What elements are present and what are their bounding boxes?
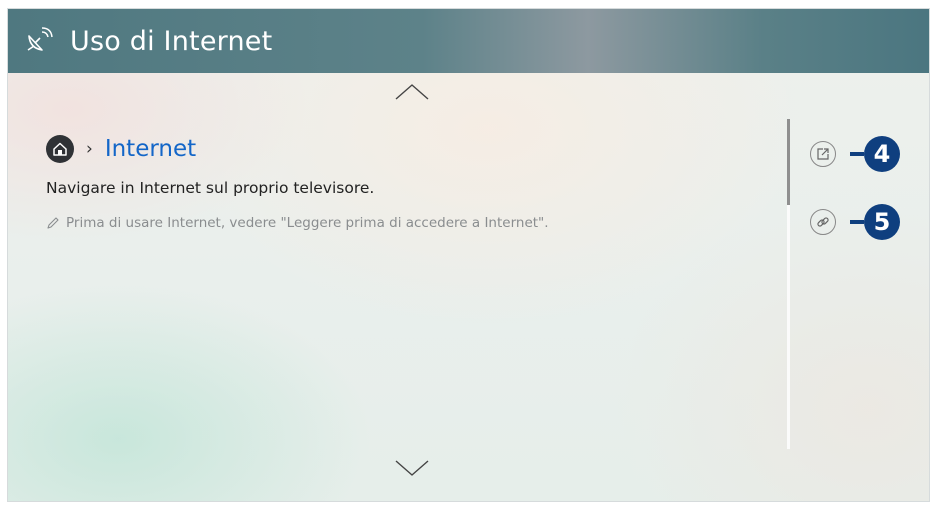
- satellite-dish-icon: [27, 27, 53, 51]
- header-bar: Uso di Internet: [8, 9, 929, 73]
- callout-line-5: [850, 220, 864, 224]
- note-text: Prima di usare Internet, vedere "Leggere…: [66, 215, 549, 231]
- home-icon[interactable]: [46, 135, 74, 163]
- breadcrumb: › Internet: [46, 135, 196, 163]
- link-button[interactable]: [810, 209, 836, 235]
- open-external-icon: [817, 148, 829, 160]
- note: Prima di usare Internet, vedere "Leggere…: [46, 215, 549, 231]
- page-title: Uso di Internet: [70, 25, 273, 57]
- scroll-down-chevron-icon[interactable]: [394, 459, 430, 477]
- callout-badge-4: 4: [864, 136, 900, 172]
- scrollbar-thumb[interactable]: [787, 119, 790, 205]
- callout-line-4: [850, 152, 864, 156]
- callout-badge-5: 5: [864, 204, 900, 240]
- link-icon: [817, 217, 829, 227]
- open-external-button[interactable]: [810, 141, 836, 167]
- breadcrumb-separator: ›: [86, 139, 93, 159]
- app-frame: Uso di Internet › Internet Navigare in I…: [7, 8, 930, 502]
- breadcrumb-current[interactable]: Internet: [105, 136, 196, 162]
- description-text: Navigare in Internet sul proprio televis…: [46, 179, 375, 197]
- pencil-icon: [47, 217, 59, 229]
- scroll-up-chevron-icon[interactable]: [394, 83, 430, 101]
